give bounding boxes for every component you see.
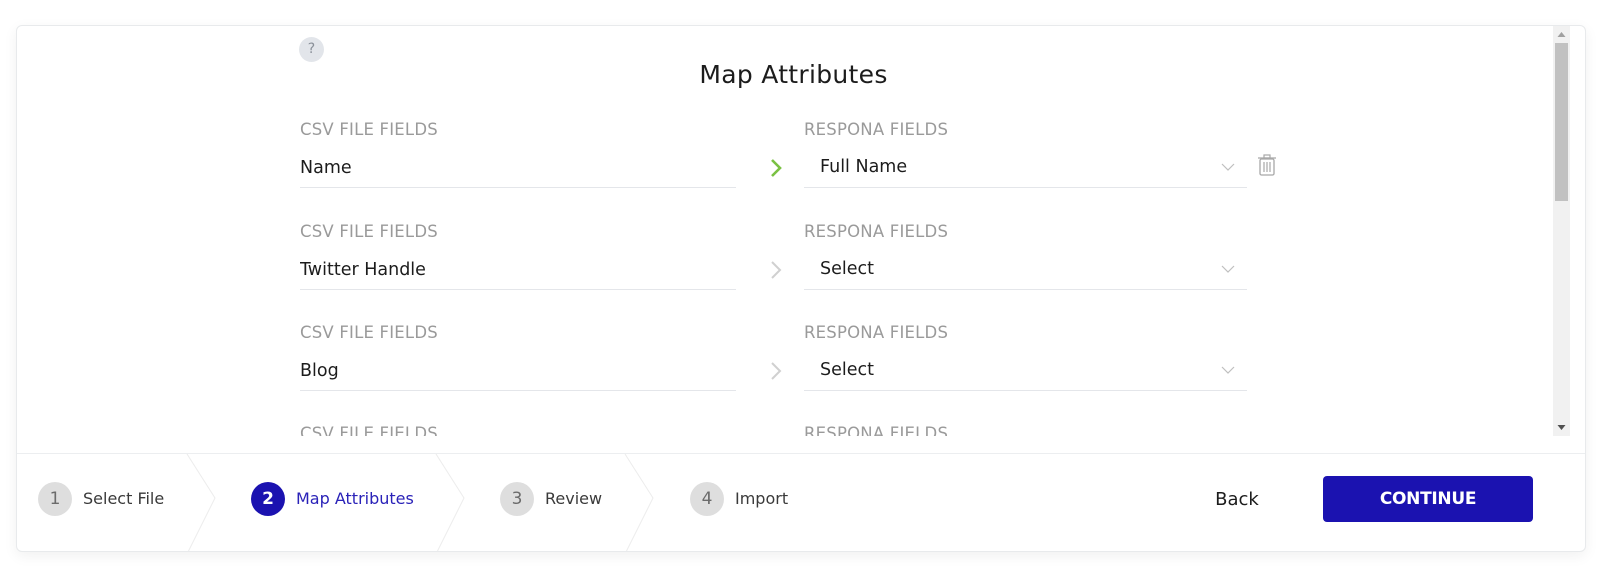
csv-fields-label: CSV FILE FIELDS (300, 424, 438, 436)
chevron-down-icon (1221, 265, 1235, 273)
step-number: 2 (251, 482, 285, 516)
trash-icon[interactable] (1257, 153, 1277, 177)
chevron-right-icon (771, 159, 782, 177)
chevron-right-icon (771, 261, 782, 279)
mapping-scroll-area: ? Map Attributes CSV FILE FIELDS RESPONA… (17, 26, 1570, 436)
back-button[interactable]: Back (1187, 476, 1287, 522)
mapping-row: CSV FILE FIELDS RESPONA FIELDS Full Name (17, 120, 1570, 223)
help-icon[interactable]: ? (299, 37, 324, 62)
scrollbar[interactable] (1553, 26, 1570, 436)
step-number: 3 (500, 482, 534, 516)
step-number: 1 (38, 482, 72, 516)
step-divider (186, 454, 216, 551)
mapping-row-partial: CSV FILE FIELDS RESPONA FIELDS (17, 424, 1570, 436)
respona-fields-label: RESPONA FIELDS (804, 424, 949, 436)
page-title: Map Attributes (699, 60, 888, 89)
continue-button[interactable]: CONTINUE (1323, 476, 1533, 522)
select-value: Select (820, 360, 874, 380)
csv-fields-label: CSV FILE FIELDS (300, 222, 438, 241)
respona-field-select[interactable]: Full Name (804, 148, 1247, 188)
mapping-row: CSV FILE FIELDS RESPONA FIELDS Select (17, 222, 1570, 325)
select-value: Full Name (820, 157, 908, 177)
respona-fields-label: RESPONA FIELDS (804, 323, 949, 342)
scroll-up-arrow-icon[interactable] (1553, 26, 1570, 43)
csv-fields-label: CSV FILE FIELDS (300, 323, 438, 342)
mapping-row: CSV FILE FIELDS RESPONA FIELDS Select (17, 323, 1570, 426)
step-label: Map Attributes (296, 489, 414, 508)
csv-field-input[interactable] (300, 351, 736, 391)
respona-field-select[interactable]: Select (804, 351, 1247, 391)
step-divider (624, 454, 654, 551)
respona-fields-label: RESPONA FIELDS (804, 222, 949, 241)
csv-field-input[interactable] (300, 250, 736, 290)
scrollbar-thumb[interactable] (1555, 43, 1568, 201)
step-number: 4 (690, 482, 724, 516)
step-label: Review (545, 489, 603, 508)
respona-fields-label: RESPONA FIELDS (804, 120, 949, 139)
step-divider (435, 454, 465, 551)
wizard-footer: 1 Select File 2 Map Attributes 3 Review … (17, 453, 1585, 551)
select-value: Select (820, 259, 874, 279)
csv-field-input[interactable] (300, 148, 736, 188)
chevron-right-icon (771, 362, 782, 380)
csv-fields-label: CSV FILE FIELDS (300, 120, 438, 139)
import-wizard-card: ? Map Attributes CSV FILE FIELDS RESPONA… (16, 25, 1586, 552)
step-label: Select File (83, 489, 165, 508)
step-label: Import (735, 489, 789, 508)
scroll-down-arrow-icon[interactable] (1553, 419, 1570, 436)
respona-field-select[interactable]: Select (804, 250, 1247, 290)
chevron-down-icon (1221, 366, 1235, 374)
chevron-down-icon (1221, 163, 1235, 171)
